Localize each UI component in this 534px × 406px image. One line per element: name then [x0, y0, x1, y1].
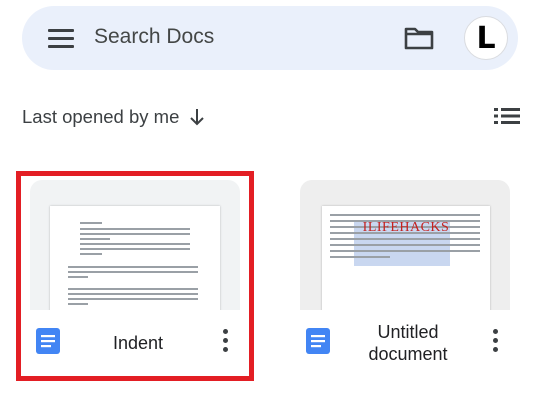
more-vert-icon[interactable]	[492, 328, 500, 354]
thumbnail-watermark: ILIFEHACKS	[362, 220, 450, 235]
document-page-preview: ILIFEHACKS	[322, 206, 490, 310]
file-card-indent[interactable]: Indent	[30, 180, 240, 385]
file-card-untitled[interactable]: ILIFEHACKS Untitled document	[300, 180, 510, 385]
sort-control[interactable]: Last opened by me	[22, 104, 205, 130]
sort-label: Last opened by me	[22, 106, 180, 127]
search-bar[interactable]: Search Docs L	[22, 6, 518, 70]
google-docs-icon	[36, 328, 60, 354]
more-vert-icon[interactable]	[222, 328, 230, 354]
search-input[interactable]: Search Docs	[94, 25, 214, 49]
file-title[interactable]: Indent	[70, 332, 206, 354]
folder-icon[interactable]	[404, 26, 434, 50]
hamburger-menu-icon[interactable]	[48, 27, 74, 49]
file-title[interactable]: Untitled document	[340, 321, 476, 365]
arrow-down-icon	[190, 109, 205, 126]
google-docs-icon	[306, 328, 330, 354]
list-view-icon[interactable]	[494, 107, 520, 125]
document-thumbnail[interactable]	[30, 180, 240, 310]
document-thumbnail[interactable]: ILIFEHACKS	[300, 180, 510, 310]
document-page-preview	[50, 206, 220, 310]
account-avatar[interactable]: L	[464, 16, 508, 60]
